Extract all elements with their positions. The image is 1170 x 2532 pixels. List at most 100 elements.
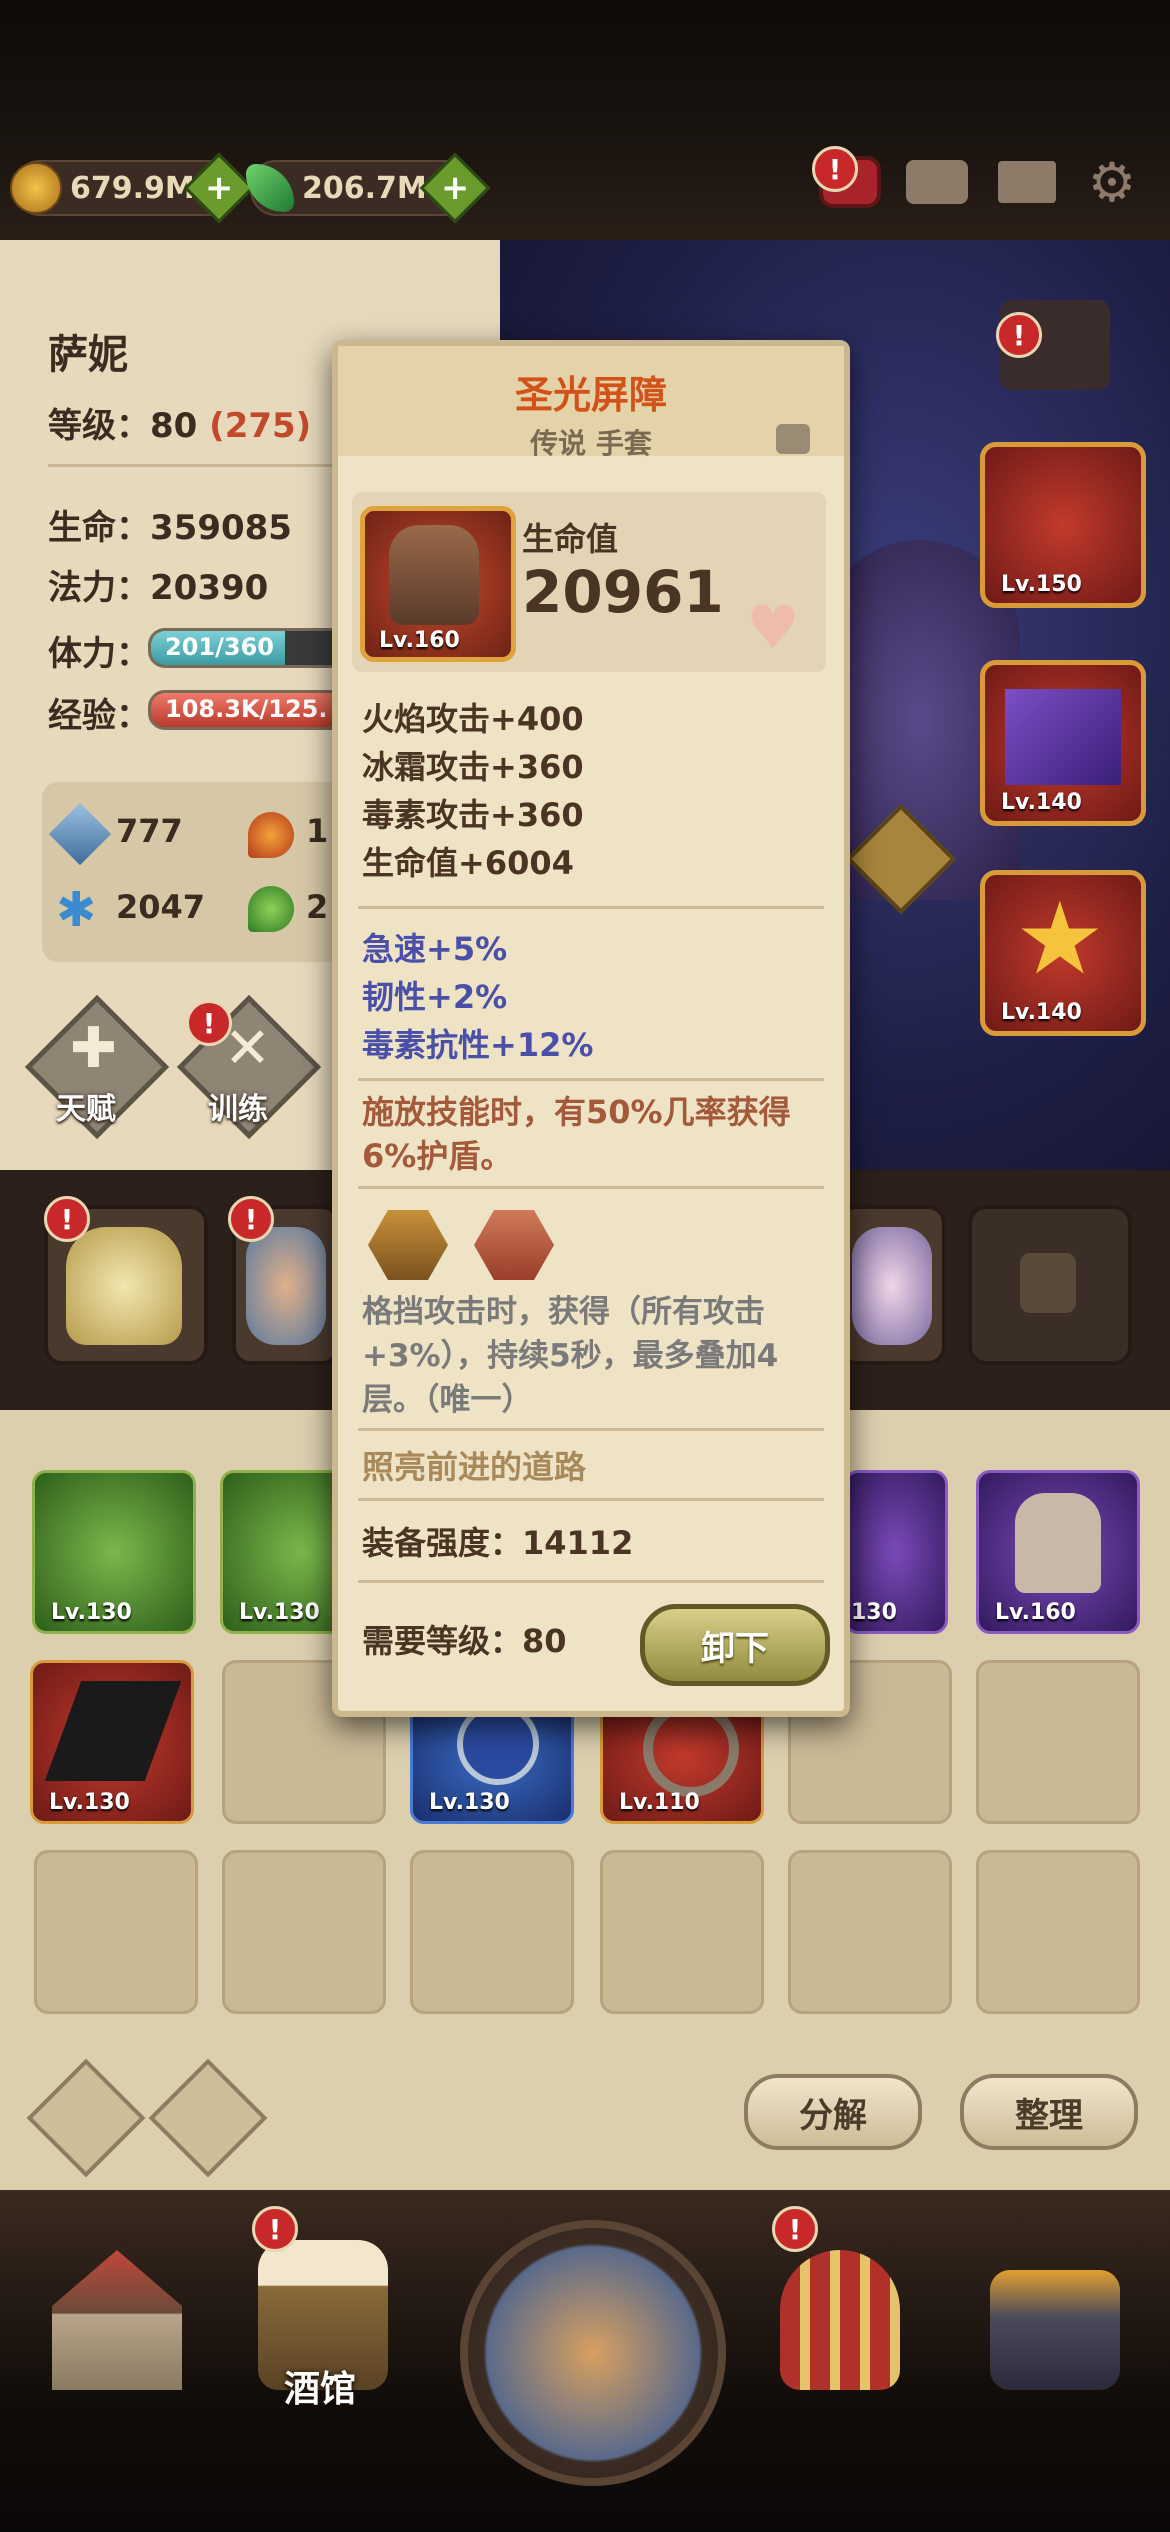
snowflake-icon: ✱ <box>56 882 97 938</box>
base-stat: 火焰攻击+400 <box>362 700 584 738</box>
cross-icon: ✚ <box>70 1016 117 1081</box>
item-level: Lv.130 <box>429 1790 510 1815</box>
notification-badge: ! <box>772 2206 818 2252</box>
gold-counter: 679.9M + <box>10 152 255 224</box>
mail-button[interactable] <box>995 150 1059 214</box>
inventory-item[interactable]: Lv.130 <box>32 1470 196 1634</box>
hero-level: 等级：80 (275) <box>48 398 311 447</box>
item-icon-frame: Lv.160 <box>360 506 516 662</box>
hero-portrait-mage[interactable] <box>838 1205 946 1365</box>
house-icon <box>52 2250 182 2390</box>
tent-icon <box>780 2250 900 2390</box>
mage-portrait <box>852 1227 932 1345</box>
sort-button[interactable]: 整理 <box>960 2074 1138 2150</box>
divider <box>358 1428 824 1431</box>
base-stat: 生命值+6004 <box>362 844 574 882</box>
slot-level: Lv.150 <box>1001 572 1082 597</box>
flavor-text: 照亮前进的道路 <box>362 1448 587 1486</box>
attr-snow-value: 2047 <box>116 888 206 926</box>
item-level: Lv.130 <box>51 1600 132 1625</box>
exp-value: 108.3K/125. <box>165 695 328 723</box>
base-stat: 冰霜攻击+360 <box>362 748 584 786</box>
exp-label: 经验： <box>48 696 150 736</box>
item-level: Lv.130 <box>49 1790 130 1815</box>
main-stat-value: 20961 <box>522 558 724 626</box>
socket-gem-gold[interactable] <box>368 1210 448 1280</box>
envelope-icon <box>998 161 1056 203</box>
nav-guild-button[interactable] <box>744 2220 934 2410</box>
item-tooltip: 圣光屏障 传说 手套 Lv.160 生命值 20961 ♥ 火焰攻击+400 冰… <box>332 340 850 1717</box>
talent-label: 天赋 <box>56 1092 116 1127</box>
equip-slot-star[interactable]: ★ Lv.140 <box>980 870 1146 1036</box>
hero-level-extra: (275) <box>209 406 312 446</box>
hero-mana: 法力：20390 <box>48 568 269 608</box>
divider <box>358 906 824 909</box>
claw-icon <box>44 1681 182 1781</box>
notification-badge: ! <box>228 1196 274 1242</box>
inventory-empty-cell[interactable] <box>410 1850 574 2014</box>
hero-hp: 生命：359085 <box>48 508 292 548</box>
inventory-item[interactable]: Lv.160 <box>976 1470 1140 1634</box>
item-level: Lv.110 <box>619 1790 700 1815</box>
plus-icon: + <box>440 168 470 208</box>
gear-icon: ⚙ <box>1087 150 1137 214</box>
tavern-label: 酒馆 <box>284 2369 357 2410</box>
gem-counter: 206.7M + <box>246 152 491 224</box>
inventory-empty-cell[interactable] <box>788 1850 952 2014</box>
purple-cape-icon <box>1005 689 1121 785</box>
notification-badge: ! <box>252 2206 298 2252</box>
fire-icon <box>248 812 294 858</box>
inventory-empty-cell[interactable] <box>976 1660 1140 1824</box>
train-notification-badge: ! <box>186 1000 232 1046</box>
heart-icon: ♥ <box>746 593 800 663</box>
knight-portrait <box>66 1227 182 1345</box>
nav-forge-button[interactable] <box>956 2220 1146 2410</box>
locked-hero-slot[interactable] <box>968 1205 1132 1365</box>
warrior-portrait <box>246 1227 326 1345</box>
set-effect: 格挡攻击时，获得（所有攻击+3%），持续5秒，最多叠加4层。（唯一） <box>362 1294 779 1418</box>
required-level: 需要等级：80 <box>362 1622 567 1660</box>
attr-fire-value: 1 <box>306 812 329 850</box>
bonus-stat: 韧性+2% <box>362 978 508 1016</box>
item-title: 圣光屏障 <box>514 373 667 417</box>
unequip-button[interactable]: 卸下 <box>640 1604 830 1686</box>
item-level: 130 <box>851 1600 897 1625</box>
inventory-empty-cell[interactable] <box>600 1850 764 2014</box>
inventory-item[interactable]: 130 <box>844 1470 948 1634</box>
notification-badge: ! <box>812 146 858 192</box>
divider <box>358 1580 824 1583</box>
shirt-icon[interactable] <box>776 424 810 454</box>
decompose-button[interactable]: 分解 <box>744 2074 922 2150</box>
equip-slot-cape[interactable]: Lv.140 <box>980 660 1146 826</box>
inventory-empty-cell[interactable] <box>222 1850 386 2014</box>
train-label: 训练 <box>208 1092 268 1127</box>
plus-icon: + <box>204 168 234 208</box>
inventory-empty-cell[interactable] <box>976 1850 1140 2014</box>
stamina-label: 体力： <box>48 634 150 674</box>
divider <box>358 1186 824 1189</box>
attr-sword-value: 777 <box>116 812 183 850</box>
item-level: Lv.160 <box>379 628 460 653</box>
nav-tavern-button[interactable]: 酒馆 <box>228 2220 418 2410</box>
gold-coin-icon <box>10 162 62 214</box>
inventory-item[interactable]: Lv.130 <box>30 1660 194 1824</box>
skill-effect: 施放技能时，有50%几率获得6%护盾。 <box>362 1093 791 1175</box>
chat-bubble-icon <box>906 160 968 204</box>
stamina-value: 201/360 <box>165 633 274 661</box>
socket-gem-red[interactable] <box>474 1210 554 1280</box>
gem-amount: 206.7M <box>302 170 427 206</box>
poison-drop-icon <box>248 886 294 932</box>
star-icon: ★ <box>1015 880 1105 997</box>
bonus-stat: 毒素抗性+12% <box>362 1026 594 1064</box>
forge-pot-icon <box>990 2270 1120 2390</box>
hero-name: 萨妮 <box>48 332 128 378</box>
inventory-empty-cell[interactable] <box>34 1850 198 2014</box>
chat-button[interactable] <box>905 150 969 214</box>
divider <box>358 1078 824 1081</box>
settings-button[interactable]: ⚙ <box>1080 150 1144 214</box>
item-subtitle: 传说 手套 <box>530 427 652 460</box>
equip-slot-ring[interactable]: Lv.150 <box>980 442 1146 608</box>
nav-town-button[interactable] <box>22 2220 212 2410</box>
nav-adventure-button[interactable] <box>460 2220 726 2486</box>
slot-level: Lv.140 <box>1001 1000 1082 1025</box>
